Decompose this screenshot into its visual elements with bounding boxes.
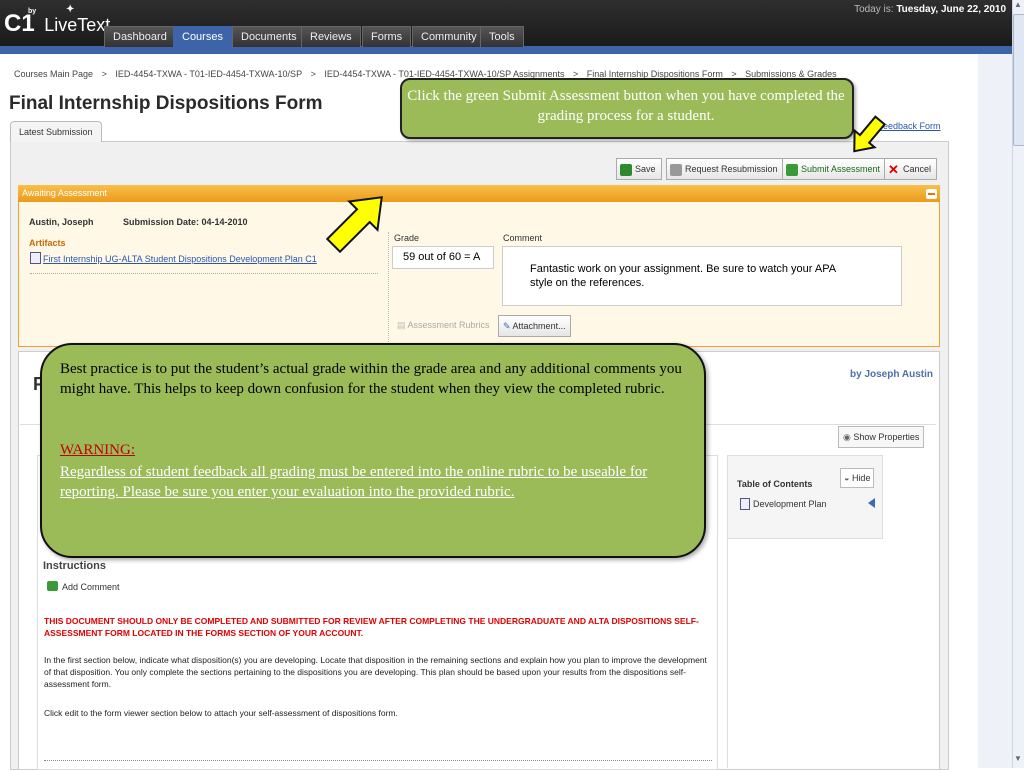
arrow-to-grade-icon xyxy=(325,196,383,254)
arrow-to-submit-icon xyxy=(853,115,887,153)
annotation-arrows xyxy=(325,115,887,254)
